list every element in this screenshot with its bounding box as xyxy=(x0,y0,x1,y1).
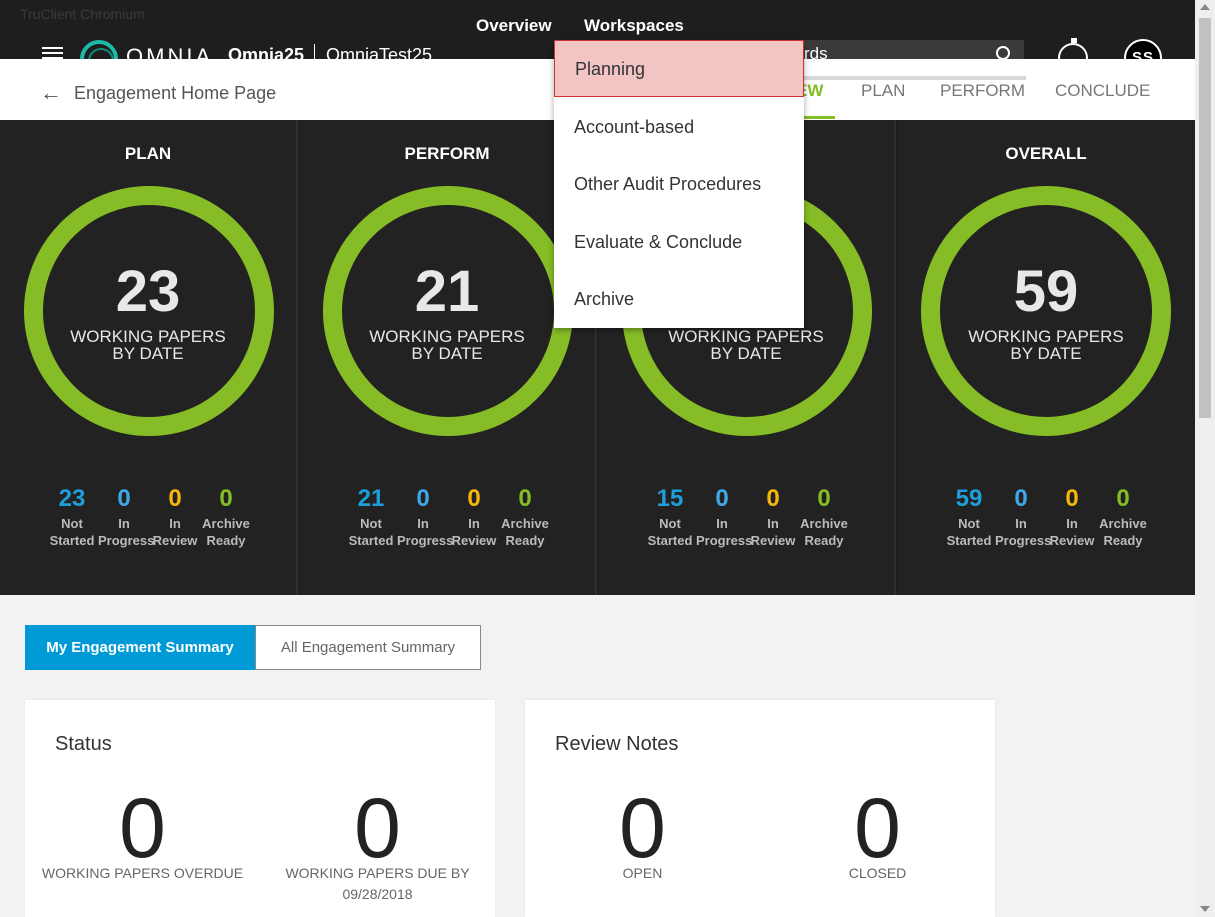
card-title: PERFORM xyxy=(404,144,490,163)
card-title: PLAN xyxy=(124,144,172,163)
stat-archive-ready[interactable]: 0 Archive Ready xyxy=(499,485,551,549)
phase-card-overall[interactable]: OVERALL 59 WORKING PAPERS BY DATE 59 Not S… xyxy=(897,120,1195,595)
stat-in-progress[interactable]: 0 In Progress xyxy=(98,485,154,549)
ring-label: WORKING PAPERS BY DATE xyxy=(598,328,894,362)
stat-in-review[interactable]: 0 In Review xyxy=(448,485,500,549)
status-counts: 21 Not Started 0 In Progress 0 In Review 0 Arch… xyxy=(345,485,555,555)
stat-not-started[interactable]: 23 Not Started xyxy=(46,485,98,549)
ring-label-line2: BY DATE xyxy=(1010,344,1082,363)
ring-label-line2: BY DATE xyxy=(710,344,782,363)
menu-item-archive[interactable]: Archive xyxy=(554,271,804,328)
ring-label: WORKING PAPERS BY DATE xyxy=(299,328,595,362)
stat-in-review[interactable]: 0 In Review xyxy=(149,485,201,549)
search-icon[interactable] xyxy=(996,46,1010,60)
stat-in-progress[interactable]: 0 In Progress xyxy=(995,485,1051,549)
ring-label-line2: BY DATE xyxy=(411,344,483,363)
status-counts: 15 Not Started 0 In Progress 0 In Review 0 Arch… xyxy=(644,485,854,555)
ring-label-line2: BY DATE xyxy=(112,344,184,363)
due-label: WORKING PAPERS DUE BY 09/28/2018 xyxy=(285,865,470,902)
scroll-up-icon[interactable] xyxy=(1200,4,1210,10)
menu-item-planning[interactable]: Planning xyxy=(554,40,804,97)
overview-link[interactable]: Overview xyxy=(476,16,552,36)
closed-label: CLOSED xyxy=(848,865,907,881)
tab-plan[interactable]: PLAN xyxy=(861,81,905,101)
open-label: OPEN xyxy=(622,865,663,881)
scrollbar-thumb[interactable] xyxy=(1199,18,1211,418)
stat-in-review[interactable]: 0 In Review xyxy=(747,485,799,549)
page-title[interactable]: Engagement Home Page xyxy=(74,83,276,104)
working-papers-count: 59 xyxy=(1013,259,1079,324)
ring-label: WORKING PAPERS BY DATE xyxy=(897,328,1195,362)
phase-card-perform[interactable]: PERFORM 21 WORKING PAPERS BY DATE 21 Not S… xyxy=(299,120,597,595)
my-engagement-summary-button[interactable]: My Engagement Summary xyxy=(25,625,255,670)
tab-perform[interactable]: PERFORM xyxy=(940,81,1025,101)
status-card: Status 0 WORKING PAPERS OVERDUE 0 WORKIN… xyxy=(25,700,495,917)
card-title: OVERALL xyxy=(1005,144,1087,163)
stat-archive-ready[interactable]: 0 Archive Ready xyxy=(1097,485,1149,549)
phase-card-plan[interactable]: PLAN 23 WORKING PAPERS BY DATE 23 Not Star… xyxy=(0,120,298,595)
menu-item-evaluate-conclude[interactable]: Evaluate & Conclude xyxy=(554,214,804,271)
ring-label: WORKING PAPERS BY DATE xyxy=(0,328,296,362)
status-counts: 59 Not Started 0 In Progress 0 In Review 0 Arch… xyxy=(943,485,1153,555)
workspaces-dropdown-menu: Planning Account-based Other Audit Proce… xyxy=(554,40,804,328)
stat-not-started[interactable]: 21 Not Started xyxy=(345,485,397,549)
stat-archive-ready[interactable]: 0 Archive Ready xyxy=(798,485,850,549)
all-engagement-summary-button[interactable]: All Engagement Summary xyxy=(255,625,481,670)
working-papers-count: 21 xyxy=(414,259,480,324)
review-notes-title: Review Notes xyxy=(555,733,679,755)
tab-conclude[interactable]: CONCLUDE xyxy=(1055,81,1150,101)
stat-in-progress[interactable]: 0 In Progress xyxy=(696,485,752,549)
overdue-label: WORKING PAPERS OVERDUE xyxy=(41,865,244,881)
workspaces-link[interactable]: Workspaces xyxy=(584,16,684,36)
stat-not-started[interactable]: 15 Not Started xyxy=(644,485,696,549)
stat-in-progress[interactable]: 0 In Progress xyxy=(397,485,453,549)
search-input[interactable] xyxy=(800,40,1024,60)
stat-archive-ready[interactable]: 0 Archive Ready xyxy=(200,485,252,549)
review-notes-card: Review Notes 0 OPEN 0 CLOSED xyxy=(525,700,995,917)
stat-not-started[interactable]: 59 Not Started xyxy=(943,485,995,549)
menu-item-account-based[interactable]: Account-based xyxy=(554,99,804,156)
back-arrow-icon[interactable]: ← xyxy=(40,82,62,104)
status-counts: 23 Not Started 0 In Progress 0 In Review 0 Arch… xyxy=(46,485,256,555)
scroll-down-icon[interactable] xyxy=(1200,906,1210,912)
menu-item-other-audit-procedures[interactable]: Other Audit Procedures xyxy=(554,156,804,213)
hamburger-menu-icon[interactable] xyxy=(42,47,63,59)
stat-in-review[interactable]: 0 In Review xyxy=(1046,485,1098,549)
window-title: TruClient Chromium xyxy=(20,6,145,22)
search-underline xyxy=(800,76,1026,80)
status-card-title: Status xyxy=(55,733,112,755)
working-papers-count: 23 xyxy=(115,259,181,324)
